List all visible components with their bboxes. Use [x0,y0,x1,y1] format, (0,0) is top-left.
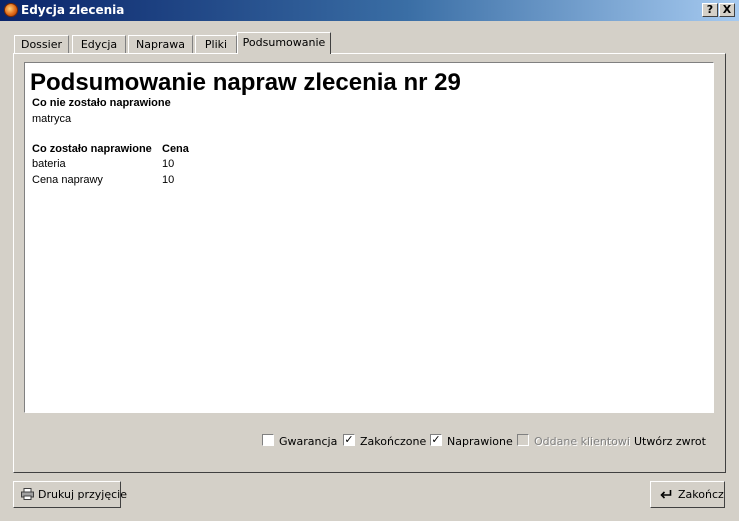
tab-naprawa[interactable]: Naprawa [128,35,193,54]
tab-edycja[interactable]: Edycja [72,35,126,54]
enter-arrow-icon [660,489,672,500]
guarantee-checkbox[interactable] [262,434,274,446]
repaired-item-price: 10 [162,174,175,186]
not-repaired-item: matryca [32,113,72,125]
help-button[interactable]: ? [702,3,718,17]
finished-checkbox[interactable]: ✓ [343,434,355,446]
not-repaired-header: Co nie zostało naprawione [32,97,171,109]
repaired-checkbox[interactable]: ✓ [430,434,442,446]
create-return-button[interactable]: Utwórz zwrot [634,435,706,448]
check-mark-icon: ✓ [344,433,354,446]
finish-button-label: Zakończ [678,488,724,501]
title-bar: Edycja zlecenia ? X [0,0,739,21]
print-button-label: Drukuj przyjęcie [38,488,128,501]
summary-heading: Podsumowanie napraw zlecenia nr 29 [30,69,461,96]
guarantee-label[interactable]: Gwarancja [279,435,337,448]
finish-button[interactable]: Zakończ [650,481,725,508]
summary-document[interactable]: Podsumowanie napraw zlecenia nr 29 Co ni… [24,62,714,413]
repaired-label[interactable]: Naprawione [447,435,513,448]
check-mark-icon: ✓ [431,433,441,446]
returned-checkbox [517,434,529,446]
tab-pliki[interactable]: Pliki [195,35,237,54]
repaired-item-name: bateria [32,158,66,170]
returned-label: Oddane klientowi [534,435,630,448]
repaired-item-name: Cena naprawy [32,174,103,186]
printer-icon [21,488,34,500]
app-icon [4,3,18,17]
tab-podsumowanie[interactable]: Podsumowanie [237,32,331,54]
price-header: Cena [162,143,189,155]
finished-label[interactable]: Zakończone [360,435,426,448]
repaired-header: Co zostało naprawione [32,143,152,155]
window-title: Edycja zlecenia [21,3,125,17]
tab-dossier[interactable]: Dossier [14,35,69,54]
repaired-item-price: 10 [162,158,175,170]
print-button[interactable]: Drukuj przyjęcie [13,481,127,508]
close-button[interactable]: X [719,3,735,17]
